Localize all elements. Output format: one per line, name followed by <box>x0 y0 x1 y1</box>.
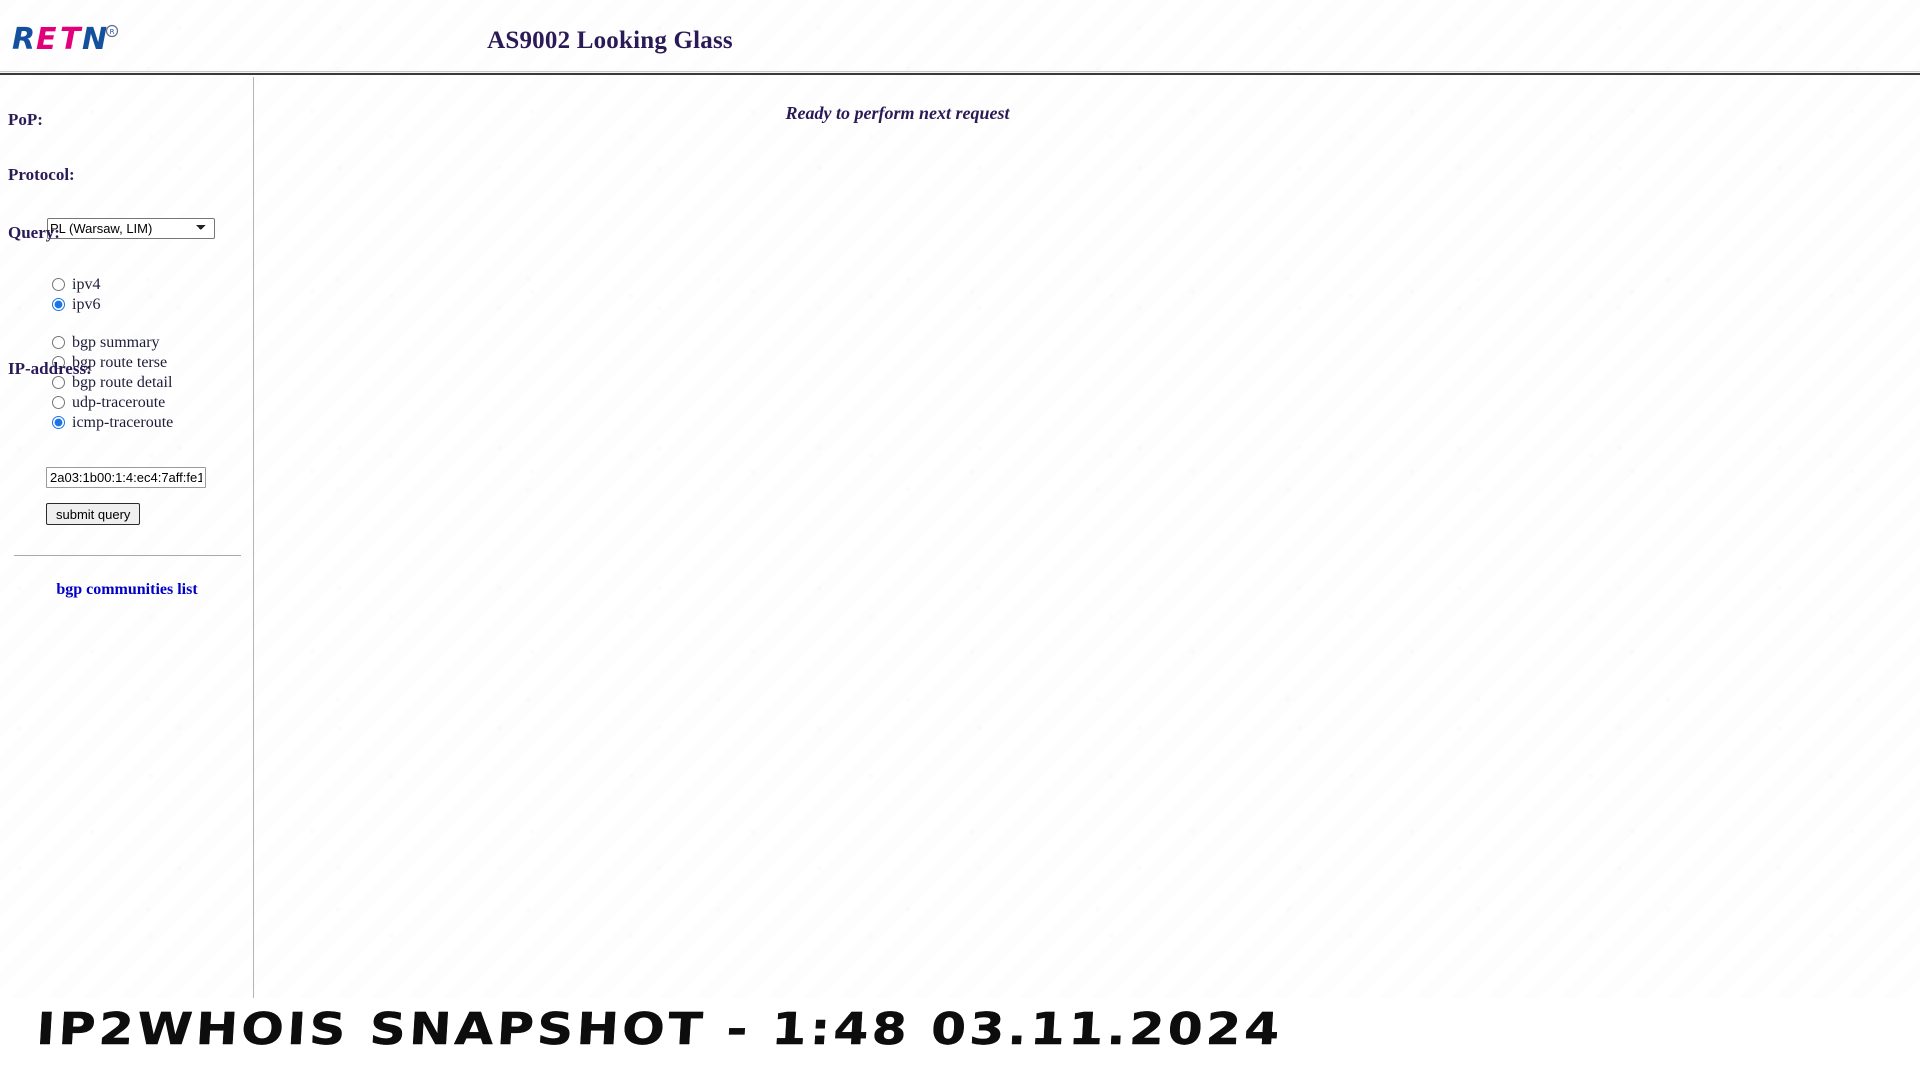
submit-query-button[interactable]: submit query <box>46 503 141 525</box>
protocol-label-ipv4[interactable]: ipv4 <box>72 276 100 294</box>
query-label-udp-traceroute[interactable]: udp-traceroute <box>72 394 165 412</box>
query-option-udp-traceroute[interactable]: udp-traceroute <box>52 393 165 412</box>
page-title: AS9002 Looking Glass <box>487 27 733 54</box>
protocol-radio-ipv6[interactable] <box>52 298 65 311</box>
status-message: Ready to perform next request <box>785 103 1010 123</box>
protocol-radio-ipv4[interactable] <box>52 278 65 291</box>
query-option-bgp-summary[interactable]: bgp summary <box>52 333 160 352</box>
query-sidebar: PoP: PL (Warsaw, LIM) Protocol: ipv4 ipv… <box>0 77 254 998</box>
query-label: Query: <box>8 223 60 242</box>
header-divider <box>0 71 1920 75</box>
snapshot-watermark: IP2WHOIS SNAPSHOT - 1:48 03.11.2024 <box>34 1004 1285 1055</box>
query-radio-udp-traceroute[interactable] <box>52 396 65 409</box>
page-body: PoP: PL (Warsaw, LIM) Protocol: ipv4 ipv… <box>0 77 1920 998</box>
query-label-icmp-traceroute[interactable]: icmp-traceroute <box>72 414 173 432</box>
results-panel: Ready to perform next request <box>255 77 1920 998</box>
page-header: R E T N R AS9002 Looking Glass <box>0 0 1920 75</box>
ip-address-label: IP-address: <box>8 359 92 378</box>
ip-address-input[interactable] <box>46 467 206 488</box>
pop-label: PoP: <box>8 110 43 129</box>
page-footer: IP2WHOIS SNAPSHOT - 1:48 03.11.2024 <box>0 998 1920 1080</box>
query-radio-icmp-traceroute[interactable] <box>52 416 65 429</box>
protocol-option-ipv4[interactable]: ipv4 <box>52 275 100 294</box>
query-label-bgp-summary[interactable]: bgp summary <box>72 334 160 352</box>
bgp-communities-list-link[interactable]: bgp communities list <box>0 581 254 599</box>
sidebar-divider <box>14 555 241 557</box>
pop-select[interactable]: PL (Warsaw, LIM) <box>47 218 215 239</box>
protocol-label-ipv6[interactable]: ipv6 <box>72 296 100 314</box>
query-option-icmp-traceroute[interactable]: icmp-traceroute <box>52 413 173 432</box>
protocol-label: Protocol: <box>8 165 75 184</box>
protocol-option-ipv6[interactable]: ipv6 <box>52 295 100 314</box>
query-radio-bgp-summary[interactable] <box>52 336 65 349</box>
